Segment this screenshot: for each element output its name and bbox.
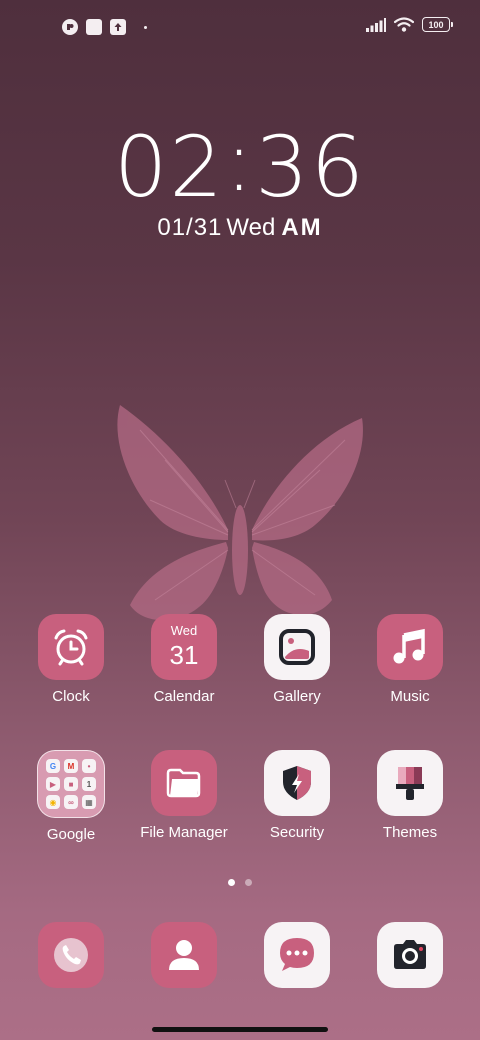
- maps-mini-icon: •: [82, 759, 96, 773]
- folder-icon: G M • ▶ ■ 1 ◉ ∞ ▦: [37, 750, 105, 818]
- battery-level: 100: [428, 19, 444, 30]
- signal-icon: [366, 17, 386, 32]
- meet-mini-icon: ■: [64, 777, 78, 791]
- battery-icon: 100: [422, 17, 453, 32]
- app-file-manager[interactable]: File Manager: [128, 750, 240, 841]
- app-notification-icon: [62, 19, 78, 35]
- app-music[interactable]: Music: [354, 614, 466, 705]
- tv-mini-icon: ▦: [82, 795, 96, 809]
- clock-hours: 02: [113, 118, 225, 216]
- ampm-text: AM: [281, 214, 323, 241]
- app-label: Calendar: [153, 688, 215, 705]
- app-label: Security: [269, 824, 325, 841]
- phone-icon: [38, 922, 104, 988]
- app-label: Google: [46, 826, 96, 843]
- app-label: Music: [390, 688, 430, 705]
- shield-bolt-icon: [264, 750, 330, 816]
- music-note-icon: [377, 614, 443, 680]
- home-gesture-bar[interactable]: [152, 1027, 328, 1032]
- app-calendar[interactable]: Wed 31 Calendar: [128, 614, 240, 705]
- app-label: File Manager: [140, 824, 228, 841]
- weekday-text: Wed: [226, 214, 276, 241]
- calendar-date: 31: [169, 640, 199, 670]
- dock-camera[interactable]: [354, 922, 466, 988]
- youtube-mini-icon: ▶: [46, 777, 60, 791]
- dock-messages[interactable]: [241, 922, 353, 988]
- system-status: 100: [366, 17, 453, 32]
- app-security[interactable]: Security: [241, 750, 353, 841]
- app-label: Gallery: [273, 688, 321, 705]
- clock-minutes: 36: [255, 118, 367, 216]
- calendar-icon: Wed 31: [151, 614, 217, 680]
- page-indicator[interactable]: [0, 879, 480, 886]
- app-clock[interactable]: Clock: [15, 614, 127, 705]
- page-dot-active: [228, 879, 235, 886]
- calendar-weekday: Wed: [170, 623, 198, 638]
- folder-app-grid: G M • ▶ ■ 1 ◉ ∞ ▦: [46, 759, 96, 809]
- contacts-icon: [151, 922, 217, 988]
- date-text: 01/31: [157, 214, 223, 241]
- dock-contacts[interactable]: [128, 922, 240, 988]
- app-label: Themes: [382, 824, 438, 841]
- butterfly-wallpaper: [117, 405, 363, 621]
- dot-icon: [144, 25, 147, 29]
- gmail-mini-icon: M: [64, 759, 78, 773]
- folder-open-icon: [151, 750, 217, 816]
- messages-icon: [264, 922, 330, 988]
- dock-phone[interactable]: [15, 922, 127, 988]
- app-themes[interactable]: Themes: [354, 750, 466, 841]
- google-search-mini-icon: G: [46, 759, 60, 773]
- upload-notification-icon: [110, 19, 126, 35]
- gallery-icon: [264, 614, 330, 680]
- paintbrush-icon: [377, 750, 443, 816]
- clock-widget-date[interactable]: 01/31 Wed AM: [0, 214, 480, 242]
- camera-icon: [377, 922, 443, 988]
- app-gallery[interactable]: Gallery: [241, 614, 353, 705]
- page-dot: [245, 879, 252, 886]
- notification-icons: [62, 19, 147, 35]
- alarm-clock-icon: [38, 614, 104, 680]
- status-bar: 100: [0, 0, 480, 56]
- chrome-mini-icon: ◉: [46, 795, 60, 809]
- clock-colon: :: [224, 112, 256, 210]
- square-notification-icon: [86, 19, 102, 35]
- app-label: Clock: [52, 688, 90, 705]
- clock-widget-time[interactable]: 02:36: [0, 112, 480, 216]
- app-folder-google[interactable]: G M • ▶ ■ 1 ◉ ∞ ▦ Google: [15, 750, 127, 843]
- one-mini-icon: 1: [82, 777, 96, 791]
- wifi-icon: [394, 17, 414, 32]
- photos-mini-icon: ∞: [64, 795, 78, 809]
